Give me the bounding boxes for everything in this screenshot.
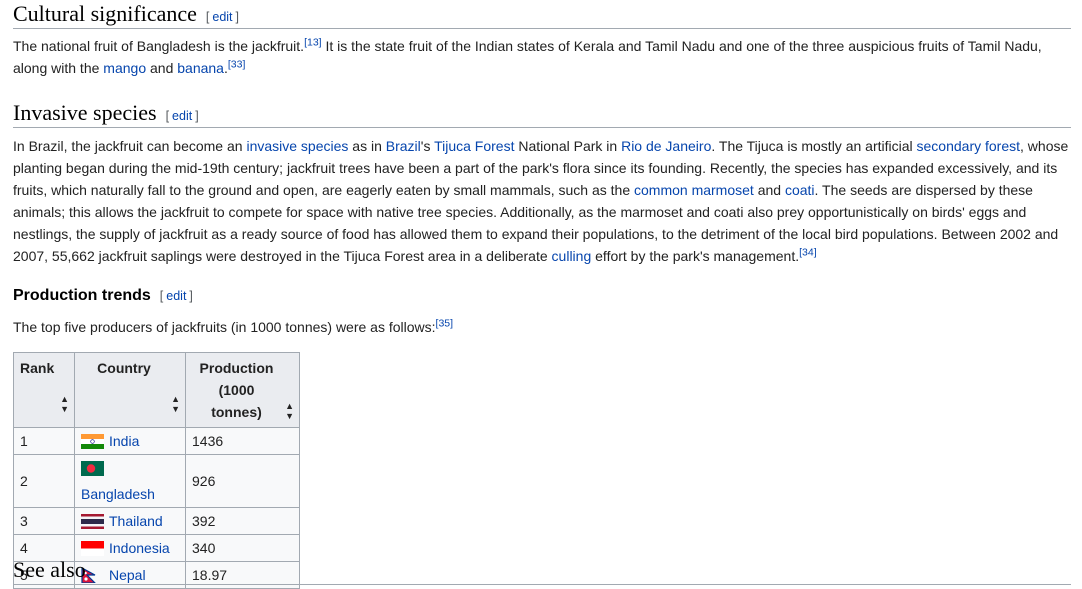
edit-link-cultural[interactable]: edit xyxy=(212,10,232,24)
edit-section: [edit] xyxy=(165,109,199,123)
heading-text: Production trends xyxy=(13,287,151,304)
thailand-flag-icon xyxy=(81,514,104,529)
table-row: 2 Bangladesh 926 xyxy=(13,454,300,508)
link-country-india[interactable]: India xyxy=(109,433,139,449)
text: The national fruit of Bangladesh is the … xyxy=(13,38,305,54)
text: and xyxy=(753,182,785,198)
header-label: (1000 tonnes) xyxy=(211,382,262,420)
cell-production: 1436 xyxy=(185,427,300,455)
link-tijuca-forest[interactable]: Tijuca Forest xyxy=(434,138,514,154)
heading-text: Invasive species xyxy=(13,100,157,125)
link-country-bangladesh[interactable]: Bangladesh xyxy=(81,486,155,502)
cell-rank: 1 xyxy=(13,427,75,455)
reference-link[interactable]: [35] xyxy=(436,317,454,329)
text: National Park in xyxy=(514,138,622,154)
reference-link[interactable]: [13] xyxy=(304,36,322,48)
text: In Brazil, the jackfruit can become an xyxy=(13,138,247,154)
header-label: Production xyxy=(199,360,274,376)
cell-rank: 2 xyxy=(13,454,75,508)
link-secondary-forest[interactable]: secondary forest xyxy=(917,138,1021,154)
cell-country: Bangladesh xyxy=(74,454,186,508)
column-header-rank[interactable]: Rank ▲ ▼ xyxy=(13,352,75,428)
cell-production: 392 xyxy=(185,507,300,535)
column-header-production[interactable]: Production (1000 tonnes) ▲ ▼ xyxy=(185,352,300,428)
link-country-indonesia[interactable]: Indonesia xyxy=(109,540,170,556)
heading-text: See also xyxy=(13,557,86,582)
india-flag-icon xyxy=(81,434,104,449)
paragraph-invasive: In Brazil, the jackfruit can become an i… xyxy=(13,135,1071,267)
edit-link-invasive[interactable]: edit xyxy=(172,109,192,123)
cell-country: India xyxy=(74,427,186,455)
table-header-row: Rank ▲ ▼ Country ▲ ▼ Production (1000 tonn… xyxy=(13,352,300,428)
section-heading-see-also: See also xyxy=(13,556,1071,585)
link-banana[interactable]: banana xyxy=(177,60,224,76)
sort-arrows-icon[interactable]: ▲ ▼ xyxy=(171,394,180,414)
column-header-country[interactable]: Country ▲ ▼ xyxy=(74,352,186,428)
sort-arrows-icon[interactable]: ▲ ▼ xyxy=(285,401,294,421)
paragraph-production: The top five producers of jackfruits (in… xyxy=(13,316,1071,338)
link-rio-de-janeiro[interactable]: Rio de Janeiro xyxy=(621,138,711,154)
edit-link-production[interactable]: edit xyxy=(166,289,186,303)
header-label: Country xyxy=(97,360,151,376)
cell-rank: 3 xyxy=(13,507,75,535)
header-label: Rank xyxy=(20,360,55,376)
link-mango[interactable]: mango xyxy=(103,60,146,76)
edit-section: [edit] xyxy=(205,10,240,24)
reference-link[interactable]: [33] xyxy=(228,58,246,70)
link-coati[interactable]: coati xyxy=(785,182,815,198)
text: and xyxy=(146,60,178,76)
paragraph-cultural: The national fruit of Bangladesh is the … xyxy=(13,35,1071,79)
subsection-heading-production: Production trends [edit] xyxy=(13,285,193,307)
section-heading-cultural: Cultural significance [edit] xyxy=(13,0,1071,29)
text: The top five producers of jackfruits (in… xyxy=(13,319,436,335)
text: as in xyxy=(348,138,386,154)
bangladesh-flag-icon xyxy=(81,461,104,476)
link-invasive-species[interactable]: invasive species xyxy=(246,138,348,154)
text: effort by the park's management. xyxy=(591,248,800,264)
text: . The Tijuca is mostly an artificial xyxy=(711,138,917,154)
link-country-thailand[interactable]: Thailand xyxy=(109,513,163,529)
text: 's xyxy=(420,138,435,154)
heading-text: Cultural significance xyxy=(13,1,197,26)
section-heading-invasive: Invasive species [edit] xyxy=(13,99,1071,128)
reference-link[interactable]: [34] xyxy=(799,246,817,258)
production-table: Rank ▲ ▼ Country ▲ ▼ Production (1000 tonn… xyxy=(13,352,300,589)
link-common-marmoset[interactable]: common marmoset xyxy=(634,182,754,198)
table-row: 1 India 1436 xyxy=(13,427,300,455)
table-row: 3 Thailand 392 xyxy=(13,507,300,535)
indonesia-flag-icon xyxy=(81,541,104,556)
link-culling[interactable]: culling xyxy=(552,248,592,264)
edit-section: [edit] xyxy=(159,289,193,303)
link-brazil[interactable]: Brazil xyxy=(386,138,421,154)
cell-production: 926 xyxy=(185,454,300,508)
sort-arrows-icon[interactable]: ▲ ▼ xyxy=(60,394,69,414)
cell-country: Thailand xyxy=(74,507,186,535)
